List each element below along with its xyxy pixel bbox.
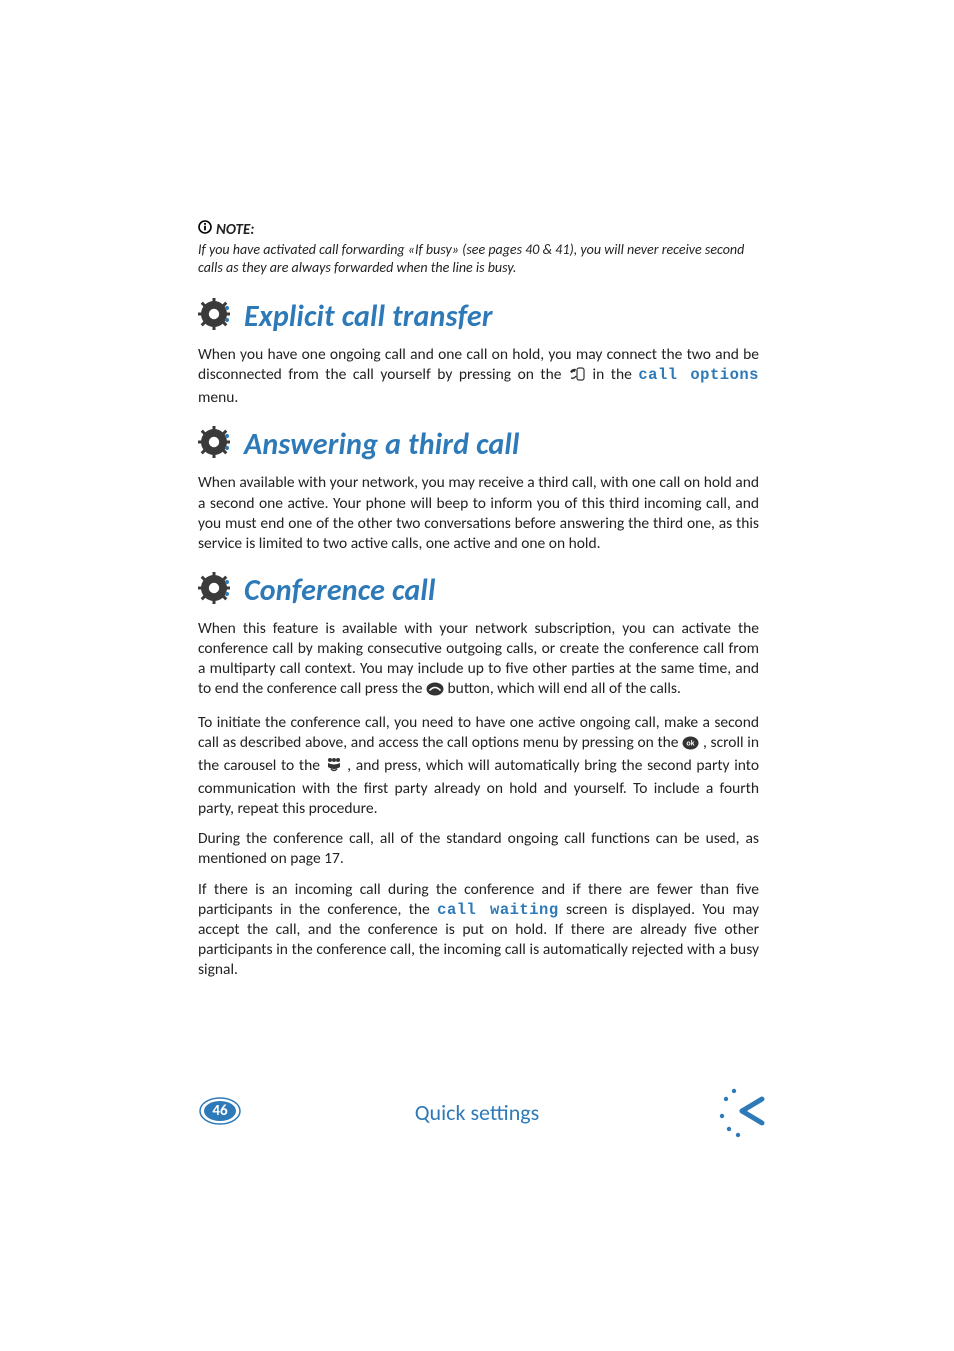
ok-button-icon: ok <box>682 736 699 756</box>
footer-decoration-icon <box>714 1081 774 1146</box>
gear-icon <box>198 426 230 463</box>
mono-call-options: call options <box>638 366 759 384</box>
para-conference-1: When this feature is available with your… <box>198 619 759 703</box>
heading-answering-third-call: Answering a third call <box>198 426 759 463</box>
note-label: NOTE: <box>216 221 254 239</box>
end-button-icon <box>426 682 444 702</box>
heading-text: Answering a third call <box>244 426 520 463</box>
page: NOTE: If you have activated call forward… <box>0 0 954 1351</box>
transfer-icon <box>568 366 586 388</box>
svg-text:ok: ok <box>687 740 695 747</box>
footer: Quick settings <box>0 1099 954 1126</box>
para-explicit: When you have one ongoing call and one c… <box>198 345 759 408</box>
note-text: If you have activated call forwarding «I… <box>198 241 759 276</box>
mono-call-waiting: call waiting <box>437 901 559 919</box>
info-icon <box>198 220 212 239</box>
heading-text: Explicit call transfer <box>244 298 493 335</box>
heading-conference-call: Conference call <box>198 572 759 609</box>
heading-text: Conference call <box>244 572 436 609</box>
para-conference-3: During the conference call, all of the s… <box>198 829 759 869</box>
gear-icon <box>198 298 230 335</box>
para-conference-4: If there is an incoming call during the … <box>198 880 759 981</box>
para-answering: When available with your network, you ma… <box>198 473 759 554</box>
heading-explicit-call-transfer: Explicit call transfer <box>198 298 759 335</box>
footer-section-title: Quick settings <box>0 1099 954 1126</box>
conference-icon <box>325 757 343 779</box>
note-label-row: NOTE: <box>198 220 759 239</box>
gear-icon <box>198 572 230 609</box>
para-conference-2: To initiate the conference call, you nee… <box>198 713 759 820</box>
